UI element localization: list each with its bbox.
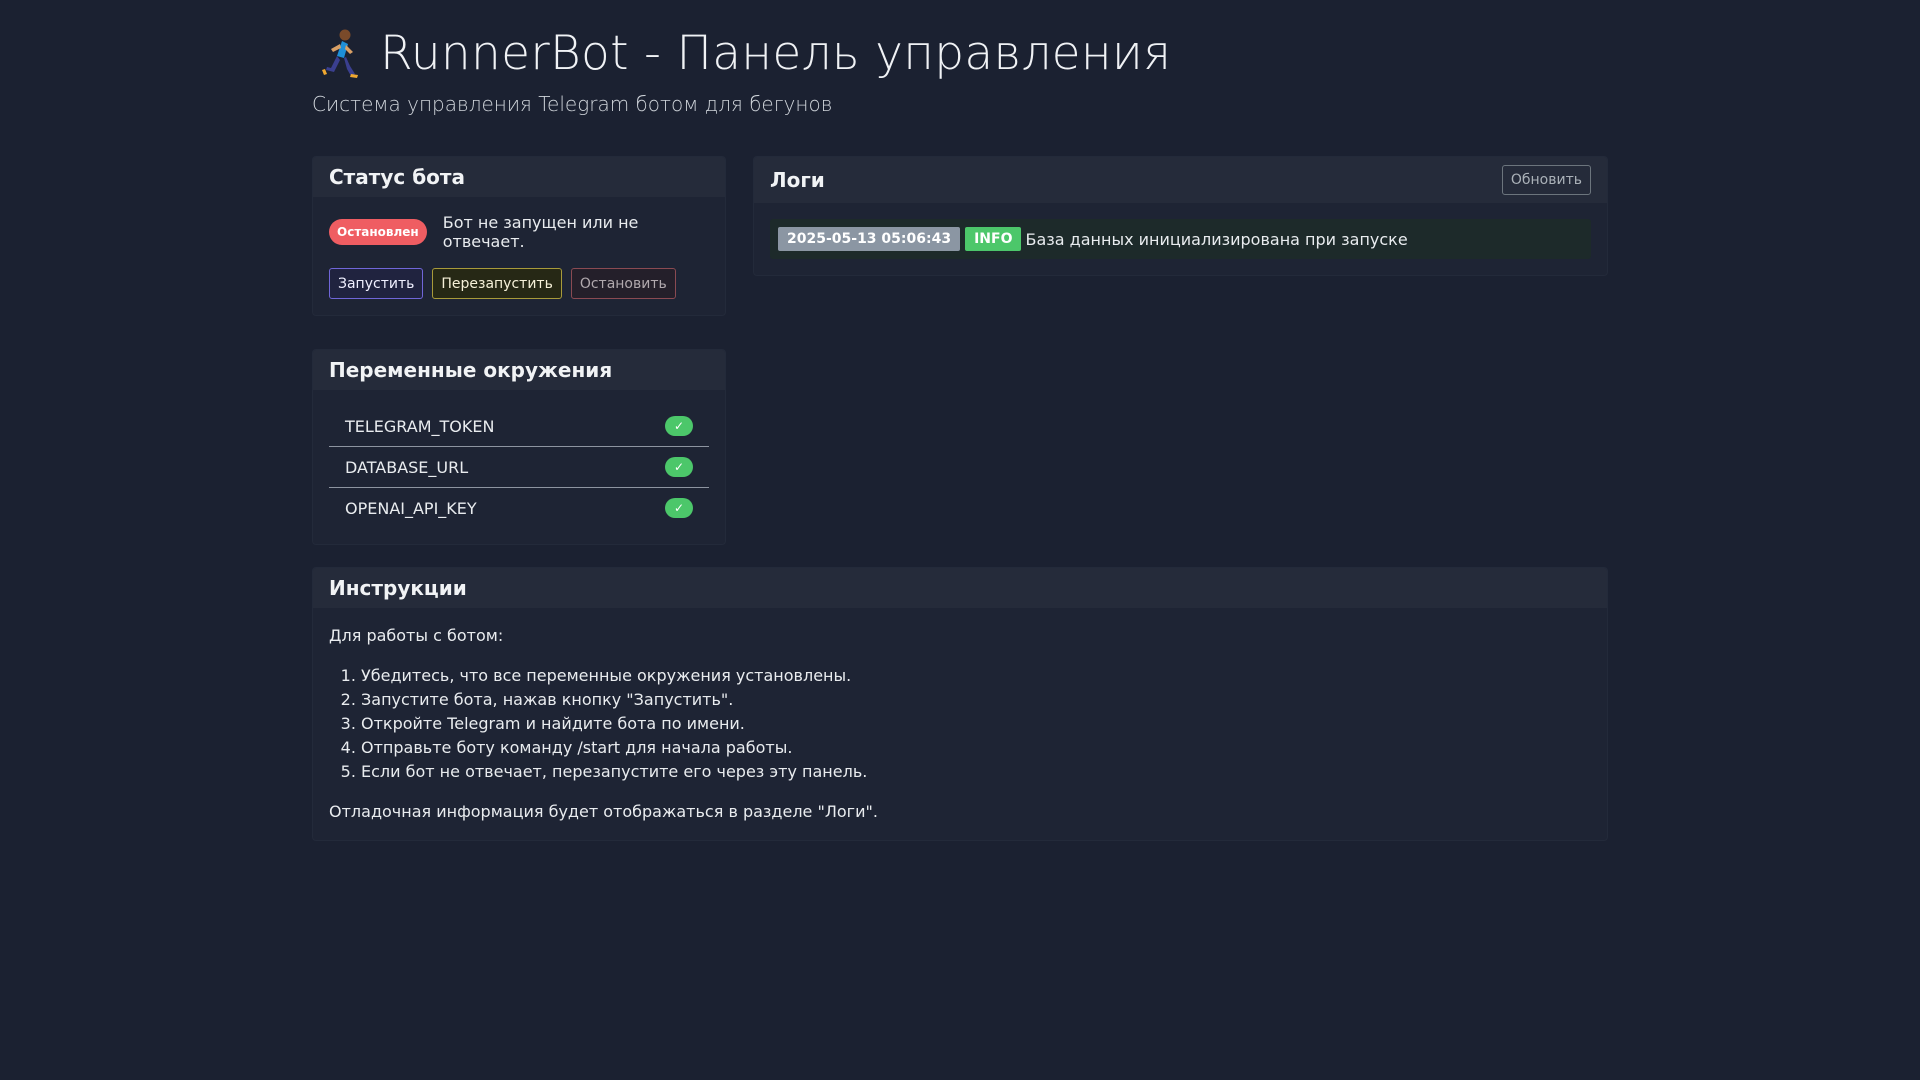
env-vars-list: TELEGRAM_TOKEN ✓ DATABASE_URL ✓ OPENAI_A…	[329, 406, 709, 528]
page-title: RunnerBot - Панель управления	[312, 22, 1608, 86]
instructions-intro: Для работы с ботом:	[329, 626, 504, 645]
top-row: Статус бота Остановлен Бот не запущен ил…	[312, 156, 1608, 545]
log-message: База данных инициализирована при запуске	[1025, 229, 1408, 249]
env-var-name: TELEGRAM_TOKEN	[345, 416, 495, 436]
env-var-name: DATABASE_URL	[345, 457, 469, 477]
check-icon: ✓	[665, 498, 693, 518]
list-item: Отправьте боту команду /start для начала…	[361, 736, 1591, 760]
logs-title: Логи	[770, 168, 825, 192]
env-vars-body: TELEGRAM_TOKEN ✓ DATABASE_URL ✓ OPENAI_A…	[313, 390, 725, 544]
status-line: Остановлен Бот не запущен или не отвечае…	[329, 213, 709, 251]
bot-status-title: Статус бота	[329, 165, 466, 189]
env-var-name: OPENAI_API_KEY	[345, 498, 477, 518]
list-item: Откройте Telegram и найдите бота по имен…	[361, 712, 1591, 736]
check-icon: ✓	[665, 457, 693, 477]
env-vars-header: Переменные окружения	[313, 350, 725, 390]
list-item: Убедитесь, что все переменные окружения …	[361, 664, 1591, 688]
check-icon: ✓	[665, 416, 693, 436]
list-item: TELEGRAM_TOKEN ✓	[329, 406, 709, 447]
instructions-body: Для работы с ботом: Убедитесь, что все п…	[313, 608, 1607, 840]
page-title-text: RunnerBot - Панель управления	[380, 26, 1172, 81]
refresh-button[interactable]: Обновить	[1501, 165, 1591, 195]
env-vars-title: Переменные окружения	[329, 358, 613, 382]
page-subtitle: Система управления Telegram ботом для бе…	[312, 92, 833, 116]
instructions-card: Инструкции Для работы с ботом: Убедитесь…	[312, 567, 1608, 841]
instructions-title: Инструкции	[329, 576, 467, 600]
instructions-footer: Отладочная информация будет отображаться…	[329, 802, 878, 821]
logs-card: Логи Обновить 2025-05-13 05:06:43 INFO Б…	[753, 156, 1608, 276]
instructions-header: Инструкции	[313, 568, 1607, 608]
status-message: Бот не запущен или не отвечает.	[442, 213, 639, 251]
bot-status-card: Статус бота Остановлен Бот не запущен ил…	[312, 156, 726, 316]
log-level-badge: INFO	[965, 227, 1022, 251]
right-column: Логи Обновить 2025-05-13 05:06:43 INFO Б…	[753, 156, 1608, 545]
start-button[interactable]: Запустить	[329, 268, 424, 299]
runner-icon	[312, 26, 368, 82]
list-item: OPENAI_API_KEY ✓	[329, 488, 709, 528]
left-column: Статус бота Остановлен Бот не запущен ил…	[312, 156, 726, 545]
restart-button[interactable]: Перезапустить	[432, 268, 562, 299]
bot-status-header: Статус бота	[313, 157, 725, 197]
list-item: Если бот не отвечает, перезапустите его …	[361, 760, 1591, 784]
status-badge: Остановлен	[329, 219, 427, 245]
log-entry: 2025-05-13 05:06:43 INFO База данных ини…	[770, 219, 1591, 259]
bot-status-body: Остановлен Бот не запущен или не отвечае…	[313, 197, 725, 315]
main-container: RunnerBot - Панель управления Система уп…	[312, 0, 1608, 841]
list-item: DATABASE_URL ✓	[329, 447, 709, 488]
logs-body: 2025-05-13 05:06:43 INFO База данных ини…	[754, 203, 1607, 275]
control-buttons: Запустить Перезапустить Остановить	[329, 268, 709, 299]
list-item: Запустите бота, нажав кнопку "Запустить"…	[361, 688, 1591, 712]
stop-button[interactable]: Остановить	[570, 268, 676, 299]
log-timestamp: 2025-05-13 05:06:43	[778, 227, 961, 251]
instructions-steps: Убедитесь, что все переменные окружения …	[329, 664, 1591, 784]
env-vars-card: Переменные окружения TELEGRAM_TOKEN ✓ DA…	[312, 349, 726, 545]
logs-header: Логи Обновить	[754, 157, 1607, 203]
page-header: RunnerBot - Панель управления Система уп…	[312, 0, 1608, 116]
